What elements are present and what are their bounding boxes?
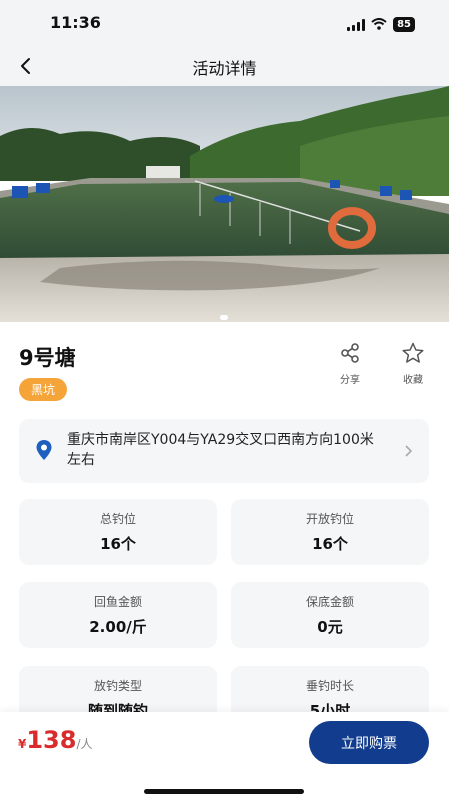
stat-label: 放钓类型 — [93, 679, 142, 693]
price: ¥138/人 — [18, 726, 93, 754]
favorite-button[interactable]: 收藏 — [393, 342, 433, 386]
page-title: 活动详情 — [192, 59, 257, 78]
stat-total-seats: 总钓位 16个 — [19, 499, 217, 565]
stat-label: 保底金额 — [305, 595, 354, 609]
stat-fish-return: 回鱼金额 2.00/斤 — [19, 582, 217, 648]
price-amount: 138 — [26, 726, 77, 754]
status-icons: 85 — [347, 15, 415, 34]
status-bar: 11:36 85 — [0, 0, 449, 46]
pond-name: 9号塘 — [19, 346, 76, 370]
stat-value: 16个 — [312, 535, 348, 553]
address-text: 重庆市南岸区Y004与YA29交叉口西南方向100米左右 — [67, 432, 374, 468]
home-indicator — [144, 789, 304, 794]
carousel-indicator — [220, 315, 228, 320]
battery-icon: 85 — [393, 17, 415, 32]
stat-value: 16个 — [100, 535, 136, 553]
star-icon — [402, 342, 424, 363]
stat-label: 总钓位 — [99, 512, 136, 526]
stat-label: 开放钓位 — [305, 512, 354, 526]
signal-icon — [347, 18, 366, 31]
chevron-right-icon — [405, 445, 413, 457]
nav-bar: 活动详情 — [0, 46, 449, 86]
favorite-label: 收藏 — [403, 375, 423, 386]
pond-type-badge: 黑坑 — [19, 378, 68, 401]
stat-guarantee: 保底金额 0元 — [231, 582, 429, 648]
share-label: 分享 — [340, 375, 360, 386]
wifi-icon — [371, 15, 387, 34]
share-button[interactable]: 分享 — [330, 342, 370, 386]
stat-value: 0元 — [317, 618, 343, 636]
purchase-bar: ¥138/人 立即购票 — [0, 712, 449, 800]
stat-open-seats: 开放钓位 16个 — [231, 499, 429, 565]
buy-ticket-button[interactable]: 立即购票 — [309, 721, 429, 764]
stat-label: 垂钓时长 — [305, 679, 354, 693]
address-card[interactable]: 重庆市南岸区Y004与YA29交叉口西南方向100米左右 — [19, 419, 429, 483]
price-unit: /人 — [76, 737, 93, 751]
share-icon — [341, 343, 359, 363]
hero-image[interactable] — [0, 86, 449, 322]
location-pin-icon — [36, 440, 52, 460]
content-panel: 9号塘 黑坑 分享 收藏 重庆市南岸区Y004与YA29交叉口西南方向100米左… — [0, 322, 449, 732]
stat-value: 2.00/斤 — [89, 618, 147, 636]
stat-label: 回鱼金额 — [93, 595, 142, 609]
status-time: 11:36 — [50, 13, 101, 32]
